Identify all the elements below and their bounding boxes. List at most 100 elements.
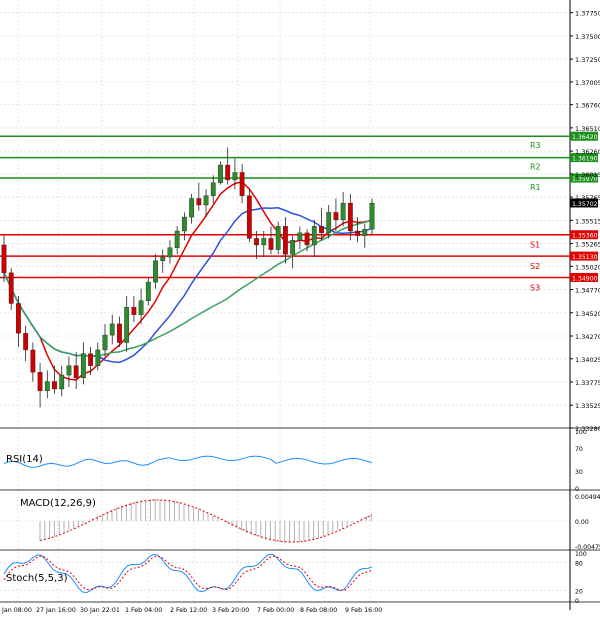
candle-body [160, 256, 166, 261]
candle-body [8, 272, 14, 304]
macd-label: MACD(12,26,9) [20, 498, 96, 509]
candle-body [189, 198, 195, 218]
candle-body [80, 353, 86, 379]
chart-window: R3 1.36420 R2 1.36190 R1 1.35970 S1 1.35360 S2 1.… [0, 0, 600, 621]
candle-body [311, 226, 317, 246]
candle-body [59, 374, 65, 390]
price-tick-label: 1.34025 [575, 356, 600, 364]
price-tick-label: 1.33525 [575, 402, 600, 410]
rsi-tick-label: 70 [575, 446, 583, 453]
candle-body [1, 244, 7, 274]
time-tick-label: 1 Feb 04:00 [125, 607, 162, 614]
candle-body [239, 172, 245, 196]
candle-body [355, 230, 360, 236]
candle-body [268, 238, 274, 250]
candle-body [297, 232, 303, 241]
candle-body [283, 226, 288, 255]
time-tick-label: 9 Feb 16:00 [345, 607, 382, 614]
candle-body [138, 300, 144, 315]
level-price-label: 1.36420 [572, 134, 598, 141]
candle-body [167, 247, 173, 258]
forex-chart: R31.36420R21.36190R11.35970S11.35360S21.… [0, 0, 600, 621]
price-tick-label: 1.34770 [575, 287, 600, 295]
level-name-r3: R3 [530, 141, 541, 150]
level-price-label: 1.36190 [572, 156, 598, 163]
stoch-tick-label: 20 [575, 589, 583, 596]
candle-body [254, 238, 259, 246]
candle-body [44, 381, 50, 392]
candle-body [225, 164, 231, 181]
level-price-label: 1.35360 [572, 233, 598, 240]
candle-body [362, 228, 368, 236]
rsi-tick-label: 100 [575, 429, 587, 436]
time-tick-label: 7 Feb 00:00 [257, 607, 294, 614]
price-tick-label: 1.35265 [575, 241, 600, 249]
price-tick-label: 1.37005 [575, 79, 600, 87]
rsi-tick-label: 30 [575, 469, 583, 476]
candle-body [131, 307, 137, 315]
candle-body [102, 334, 108, 351]
candle-body [153, 260, 158, 283]
candle-body [304, 232, 310, 246]
candle-body [196, 198, 202, 206]
candle-body [232, 172, 238, 181]
candle-body [117, 323, 122, 343]
candle-body [290, 240, 296, 255]
level-price-label: 1.34900 [572, 275, 598, 282]
stoch-tick-label: 80 [575, 560, 583, 567]
candle-body [109, 323, 115, 336]
stoch-tick-label: 0 [575, 598, 579, 605]
rsi-tick-label: 0 [575, 486, 579, 493]
price-tick-label: 1.36510 [575, 125, 600, 133]
candle-body [319, 226, 324, 234]
price-tick-label: 1.34270 [575, 333, 600, 341]
price-tick-label: 1.35515 [575, 217, 600, 225]
macd-tick-label: -0.004756 [575, 544, 600, 551]
time-tick-label: 8 Feb 08:00 [300, 607, 337, 614]
candle-body [203, 195, 209, 206]
price-tick-label: 1.37750 [575, 10, 600, 18]
candle-body [16, 303, 21, 334]
candle-body [174, 230, 180, 248]
candle-body [23, 333, 29, 351]
candle-body [181, 216, 187, 232]
price-tick-label: 1.33775 [575, 379, 600, 387]
time-tick-label: 3 Feb 20:00 [212, 607, 249, 614]
candle-body [333, 212, 339, 221]
macd-tick-label: 0.00 [575, 519, 589, 526]
level-name-r2: R2 [530, 163, 541, 172]
candle-body [326, 212, 332, 234]
time-tick-label: 30 Jan 22:01 [80, 607, 120, 614]
candle-body [145, 281, 151, 301]
time-tick-label: 2 Feb 12:00 [170, 607, 207, 614]
stoch-tick-label: 100 [575, 551, 587, 558]
candle-body [88, 353, 93, 366]
candle-body [52, 381, 57, 390]
level-name-s1: S1 [530, 241, 540, 250]
candle-body [73, 365, 79, 379]
candle-body [210, 182, 216, 196]
candle-body [340, 202, 346, 221]
candle-body [218, 164, 223, 183]
time-tick-label: Jan 08:00 [1, 607, 32, 614]
macd-tick-label: 0.004945 [575, 494, 600, 501]
price-tick-label: 1.35020 [575, 263, 600, 271]
stoch-label: Stoch(5,5,3) [6, 573, 68, 584]
candle-body [246, 195, 252, 239]
price-tick-label: 1.36015 [575, 171, 600, 179]
candle-body [369, 202, 375, 230]
price-tick-label: 1.36760 [575, 102, 600, 110]
price-tick-label: 1.37500 [575, 33, 600, 41]
candle-body [66, 365, 72, 376]
candle-body [124, 307, 130, 343]
candle-body [275, 226, 281, 250]
time-tick-label: 27 Jan 16:00 [36, 607, 76, 614]
price-tick-label: 1.35765 [575, 194, 600, 202]
level-name-s3: S3 [530, 283, 540, 292]
candle-body [37, 372, 43, 392]
level-name-r1: R1 [530, 183, 541, 192]
level-price-label: 1.35130 [572, 254, 598, 261]
level-name-s2: S2 [530, 262, 540, 271]
price-tick-label: 1.36260 [575, 148, 600, 156]
candle-body [347, 202, 353, 232]
